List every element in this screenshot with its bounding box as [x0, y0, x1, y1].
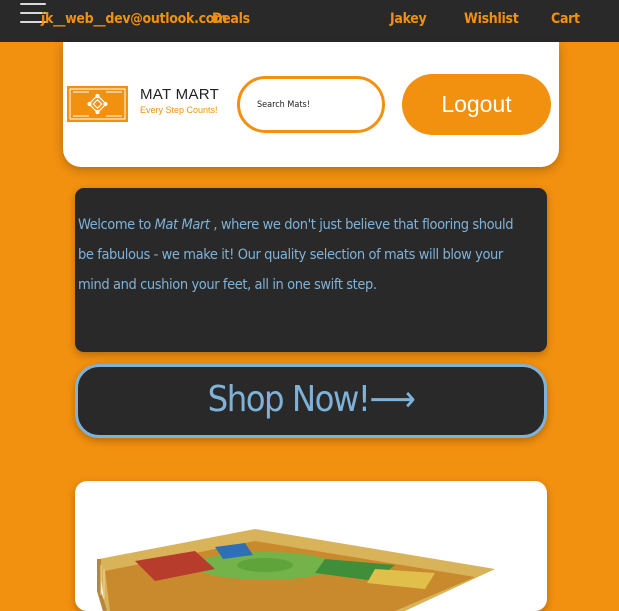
welcome-panel: Welcome to Mat Mart , where we don't jus… — [75, 188, 547, 352]
brand-logo-icon[interactable] — [67, 86, 128, 122]
logout-button[interactable]: Logout — [402, 74, 551, 135]
email-link[interactable]: jk__web__dev@outlook.com — [41, 11, 227, 27]
welcome-brand-name: Mat Mart — [154, 217, 210, 233]
welcome-text-start: Welcome to — [78, 217, 155, 233]
nav-user-link[interactable]: Jakey — [390, 11, 427, 27]
brand-name: MAT MART — [140, 86, 220, 103]
shop-now-button[interactable]: Shop Now!⟶ — [75, 364, 547, 438]
brand-tagline: Every Step Counts! — [140, 105, 218, 115]
product-card[interactable] — [75, 481, 547, 611]
nav-deals-link[interactable]: Deals — [212, 11, 250, 27]
search-input[interactable] — [237, 76, 385, 133]
product-mat-image — [97, 529, 495, 611]
nav-cart-link[interactable]: Cart — [551, 11, 580, 27]
shop-now-label: Shop Now! — [207, 379, 371, 420]
nav-wishlist-link[interactable]: Wishlist — [464, 11, 519, 27]
welcome-text: Welcome to Mat Mart , where we don't jus… — [78, 210, 527, 300]
arrow-right-icon: ⟶ — [369, 379, 415, 420]
header-card: MAT MART Every Step Counts! Logout — [63, 42, 559, 167]
top-nav-bar: jk__web__dev@outlook.com Deals Jakey Wis… — [0, 0, 619, 42]
